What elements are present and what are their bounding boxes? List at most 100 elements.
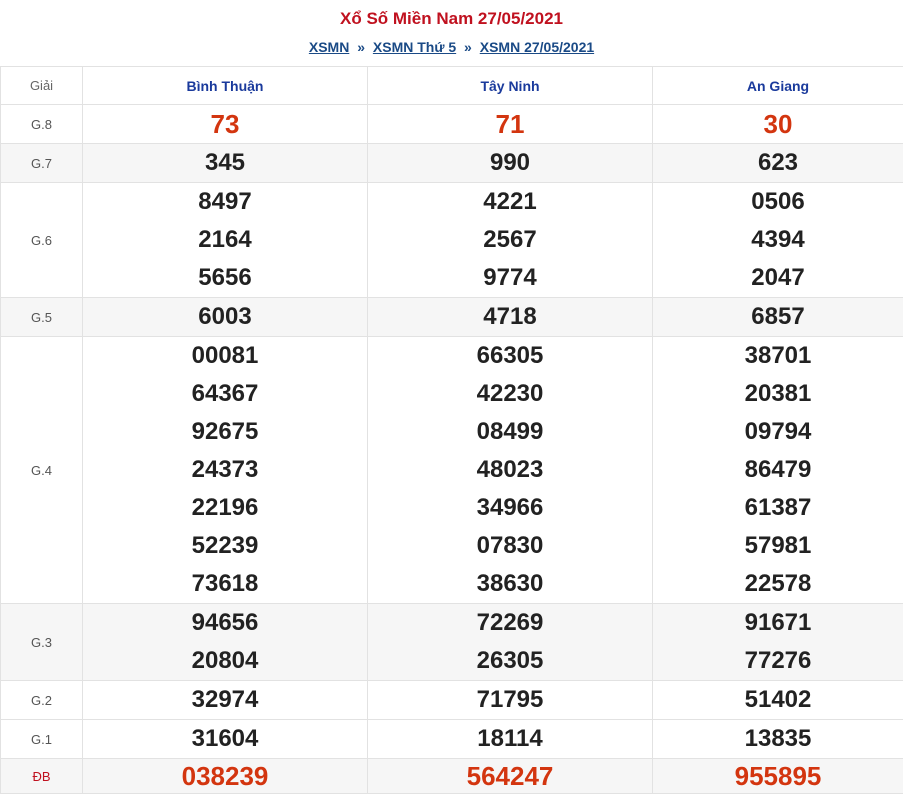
prize-column-header: Giải: [0, 66, 83, 105]
lottery-number: 8497: [198, 188, 252, 215]
result-cell: 6003: [82, 297, 368, 337]
result-cell: 4221 2567 9774: [367, 182, 653, 298]
lottery-number: 66305: [476, 342, 544, 369]
lottery-number: 94656: [191, 609, 259, 636]
result-cell: 71795: [367, 680, 653, 720]
result-cell: 51402: [652, 680, 903, 720]
result-cell: 6857: [652, 297, 903, 337]
lottery-number: 92675: [191, 418, 259, 445]
prize-label: G.7: [0, 143, 83, 183]
prize-label: G.3: [0, 603, 83, 681]
prize-label: G.2: [0, 680, 83, 720]
lottery-number: 52239: [191, 532, 259, 559]
result-cell: 955895: [652, 758, 903, 794]
table-row: G.7 345 990 623: [0, 143, 903, 183]
result-cell: 73: [82, 104, 368, 144]
result-cell: 623: [652, 143, 903, 183]
result-cell: 38701 20381 09794 86479 61387 57981 22578: [652, 336, 903, 604]
lottery-number: 6857: [751, 303, 805, 330]
lottery-number: 00081: [191, 342, 259, 369]
lottery-number: 34966: [476, 494, 544, 521]
lottery-number: 955895: [734, 761, 822, 791]
lottery-number: 18114: [477, 725, 543, 752]
lottery-number: 86479: [744, 456, 812, 483]
lottery-number: 038239: [181, 761, 269, 791]
breadcrumb: XSMN » XSMN Thứ 5 » XSMN 27/05/2021: [0, 34, 903, 66]
result-cell: 4718: [367, 297, 653, 337]
lottery-number: 09794: [744, 418, 812, 445]
result-cell: 66305 42230 08499 48023 34966 07830 38630: [367, 336, 653, 604]
province-header-tay-ninh: Tây Ninh: [367, 66, 653, 105]
prize-label: G.4: [0, 336, 83, 604]
results-table: Giải Bình Thuận Tây Ninh An Giang G.8 73 7…: [0, 66, 903, 794]
lottery-number: 64367: [191, 380, 259, 407]
lottery-number: 13835: [744, 725, 812, 752]
lottery-number: 38701: [744, 342, 812, 369]
prize-label: ĐB: [0, 758, 83, 794]
table-row: G.8 73 71 30: [0, 104, 903, 144]
lottery-number: 2047: [751, 264, 805, 291]
result-cell: 345: [82, 143, 368, 183]
lottery-number: 4718: [483, 303, 537, 330]
lottery-number: 26305: [476, 647, 544, 674]
result-cell: 13835: [652, 719, 903, 759]
lottery-number: 2164: [198, 226, 252, 253]
lottery-number: 73618: [191, 570, 259, 597]
lottery-number: 564247: [466, 761, 554, 791]
lottery-number: 31604: [191, 725, 259, 752]
lottery-number: 20804: [191, 647, 259, 674]
lottery-number: 6003: [198, 303, 252, 330]
province-header-binh-thuan: Bình Thuận: [82, 66, 368, 105]
lottery-number: 38630: [476, 570, 544, 597]
result-cell: 71: [367, 104, 653, 144]
lottery-number: 42230: [476, 380, 544, 407]
breadcrumb-link-xsmn[interactable]: XSMN: [309, 39, 349, 55]
result-cell: 00081 64367 92675 24373 22196 52239 73618: [82, 336, 368, 604]
table-row: ĐB 038239 564247 955895: [0, 758, 903, 794]
result-cell: 72269 26305: [367, 603, 653, 681]
lottery-number: 345: [204, 149, 246, 176]
result-cell: 94656 20804: [82, 603, 368, 681]
result-cell: 31604: [82, 719, 368, 759]
lottery-number: 22578: [744, 570, 812, 597]
table-row: G.1 31604 18114 13835: [0, 719, 903, 759]
breadcrumb-separator: »: [464, 39, 472, 55]
table-row: G.6 8497 2164 5656 4221 2567 9774 0506 4394 2047: [0, 182, 903, 298]
breadcrumb-link-xsmn-thu-5[interactable]: XSMN Thứ 5: [373, 39, 456, 55]
lottery-number: 57981: [744, 532, 812, 559]
table-row: G.5 6003 4718 6857: [0, 297, 903, 337]
lottery-number: 2567: [483, 226, 537, 253]
lottery-number: 08499: [476, 418, 544, 445]
breadcrumb-separator: »: [357, 39, 365, 55]
result-cell: 8497 2164 5656: [82, 182, 368, 298]
prize-label: G.1: [0, 719, 83, 759]
lottery-number: 990: [489, 149, 531, 176]
prize-label: G.5: [0, 297, 83, 337]
result-cell: 564247: [367, 758, 653, 794]
lottery-number: 07830: [476, 532, 544, 559]
table-row: G.3 94656 20804 72269 26305 91671 77276: [0, 603, 903, 681]
lottery-number: 77276: [744, 647, 812, 674]
result-cell: 0506 4394 2047: [652, 182, 903, 298]
lottery-number: 48023: [476, 456, 544, 483]
result-cell: 30: [652, 104, 903, 144]
lottery-number: 72269: [476, 609, 544, 636]
lottery-number: 30: [763, 109, 793, 139]
prize-label: G.6: [0, 182, 83, 298]
lottery-number: 51402: [744, 686, 812, 713]
result-cell: 990: [367, 143, 653, 183]
table-row: G.4 00081 64367 92675 24373 22196 52239 73618 66…: [0, 336, 903, 604]
lottery-number: 73: [210, 109, 240, 139]
lottery-number: 5656: [198, 264, 252, 291]
result-cell: 32974: [82, 680, 368, 720]
breadcrumb-link-xsmn-date[interactable]: XSMN 27/05/2021: [480, 39, 594, 55]
lottery-number: 623: [757, 149, 799, 176]
province-header-an-giang: An Giang: [652, 66, 903, 105]
lottery-number: 0506: [751, 188, 805, 215]
prize-label: G.8: [0, 104, 83, 144]
lottery-number: 71: [495, 109, 525, 139]
table-header-row: Giải Bình Thuận Tây Ninh An Giang: [0, 66, 903, 105]
lottery-number: 24373: [191, 456, 259, 483]
lottery-number: 91671: [744, 609, 812, 636]
lottery-number: 20381: [744, 380, 812, 407]
